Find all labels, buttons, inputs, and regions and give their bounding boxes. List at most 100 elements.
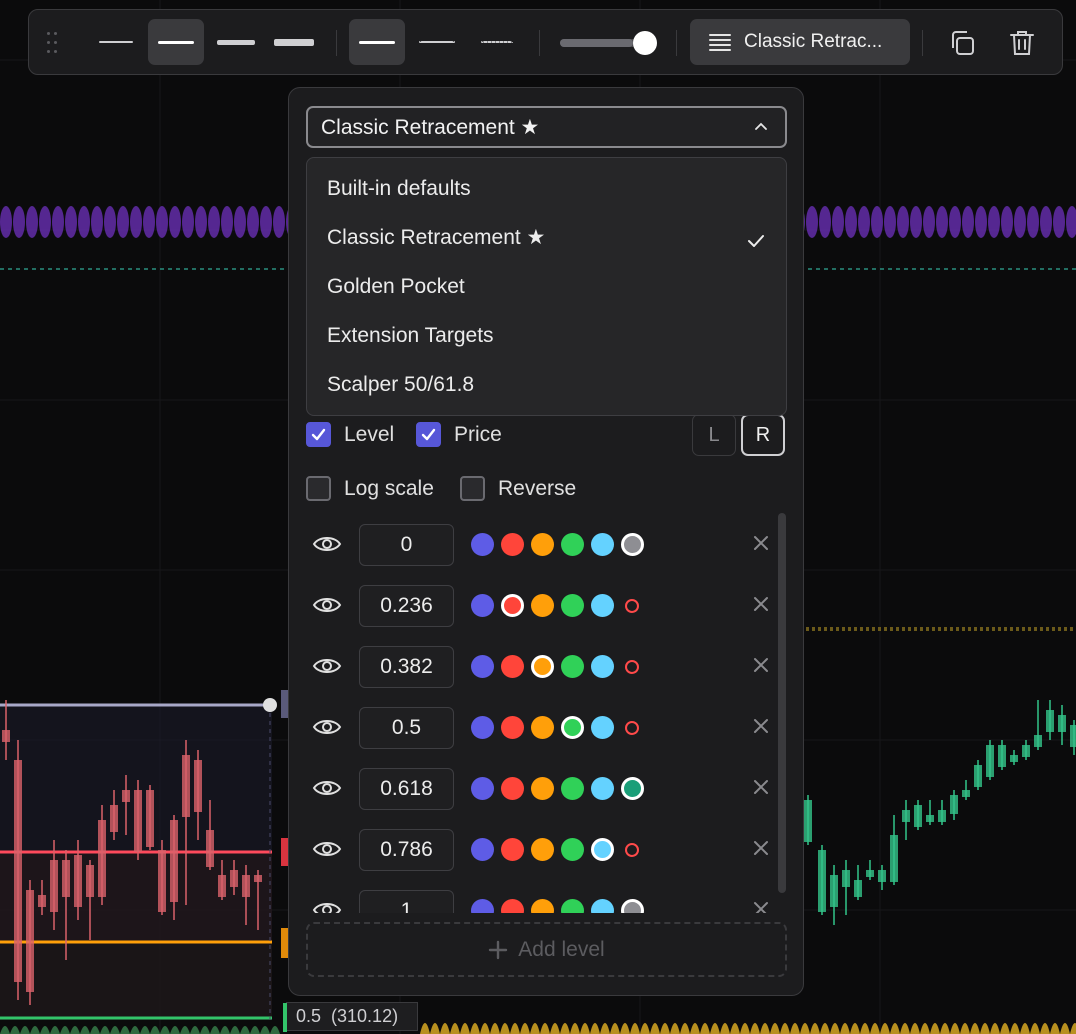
remove-level-icon[interactable]: [752, 595, 770, 613]
candle-body: [26, 890, 34, 992]
volume-bar: [550, 1023, 560, 1034]
color-swatch[interactable]: [561, 655, 584, 678]
level-checkbox[interactable]: [306, 422, 331, 447]
template-option-golden-pocket[interactable]: Golden Pocket: [327, 272, 465, 302]
template-option-extension-targets[interactable]: Extension Targets: [327, 321, 494, 351]
log-scale-checkbox[interactable]: [306, 476, 331, 501]
reverse-checkbox[interactable]: [460, 476, 485, 501]
custom-color-empty[interactable]: [625, 660, 639, 674]
remove-level-icon[interactable]: [752, 778, 770, 796]
level-value-input[interactable]: 0.618: [359, 768, 454, 810]
color-swatch[interactable]: [531, 533, 554, 556]
align-left-button[interactable]: L: [692, 414, 736, 456]
custom-color-empty[interactable]: [625, 843, 639, 857]
color-swatch[interactable]: [471, 777, 494, 800]
template-select[interactable]: Classic Retracement ★: [306, 106, 787, 148]
color-swatch[interactable]: [471, 594, 494, 617]
eye-icon[interactable]: [312, 716, 342, 738]
line-width-4-button[interactable]: [266, 19, 322, 65]
color-swatch[interactable]: [531, 777, 554, 800]
template-option-classic-retracement[interactable]: Classic Retracement ★: [327, 223, 545, 253]
color-swatch[interactable]: [591, 533, 614, 556]
color-swatch[interactable]: [501, 655, 524, 678]
color-swatch[interactable]: [471, 716, 494, 739]
add-level-button[interactable]: Add level: [306, 922, 787, 977]
log-scale-toggle[interactable]: Log scale: [306, 476, 434, 501]
level-value-input[interactable]: 1: [359, 890, 454, 913]
template-button[interactable]: Classic Retrac...: [690, 19, 910, 65]
remove-level-icon[interactable]: [752, 900, 770, 913]
remove-level-icon[interactable]: [752, 839, 770, 857]
eye-icon[interactable]: [312, 533, 342, 555]
eye-icon[interactable]: [312, 594, 342, 616]
volume-bar: [800, 1023, 810, 1034]
color-swatch[interactable]: [531, 594, 554, 617]
template-option-scalper[interactable]: Scalper 50/61.8: [327, 370, 474, 400]
color-swatch[interactable]: [591, 899, 614, 913]
color-swatch[interactable]: [531, 899, 554, 913]
color-swatch[interactable]: [591, 655, 614, 678]
line-style-dashed-button[interactable]: [409, 19, 465, 65]
color-swatch[interactable]: [561, 899, 584, 913]
remove-level-icon[interactable]: [752, 656, 770, 674]
color-swatch[interactable]: [471, 655, 494, 678]
remove-level-icon[interactable]: [752, 534, 770, 552]
color-swatch[interactable]: [531, 655, 554, 678]
custom-color-empty[interactable]: [625, 721, 639, 735]
opacity-slider-knob[interactable]: [633, 31, 658, 55]
remove-level-icon[interactable]: [752, 717, 770, 735]
level-toggle[interactable]: Level: [306, 422, 394, 447]
template-option-built-in-defaults[interactable]: Built-in defaults: [327, 174, 471, 204]
color-swatch[interactable]: [591, 594, 614, 617]
align-right-button[interactable]: R: [741, 414, 785, 456]
custom-color-empty[interactable]: [625, 599, 639, 613]
color-swatch[interactable]: [531, 838, 554, 861]
color-swatch[interactable]: [591, 838, 614, 861]
color-swatch[interactable]: [471, 838, 494, 861]
line-width-1-button[interactable]: [88, 19, 144, 65]
level-value-input[interactable]: 0.5: [359, 707, 454, 749]
toolbar-divider: [676, 30, 677, 56]
color-swatch[interactable]: [561, 716, 584, 739]
color-swatch[interactable]: [501, 594, 524, 617]
price-checkbox[interactable]: [416, 422, 441, 447]
color-swatch[interactable]: [501, 777, 524, 800]
color-swatch[interactable]: [501, 899, 524, 913]
color-swatch[interactable]: [561, 777, 584, 800]
line-style-dotted-button[interactable]: [469, 19, 525, 65]
trash-icon[interactable]: [1007, 28, 1037, 58]
color-swatch[interactable]: [501, 838, 524, 861]
oscillator-blob: [13, 206, 25, 238]
line-width-3-button[interactable]: [208, 19, 264, 65]
color-swatch[interactable]: [561, 838, 584, 861]
color-swatch[interactable]: [591, 777, 614, 800]
clone-icon[interactable]: [947, 28, 977, 58]
line-width-2-button[interactable]: [148, 19, 204, 65]
color-swatch[interactable]: [591, 716, 614, 739]
color-swatch[interactable]: [501, 533, 524, 556]
eye-icon[interactable]: [312, 655, 342, 677]
custom-color-swatch[interactable]: [621, 899, 644, 913]
level-value-input[interactable]: 0.236: [359, 585, 454, 627]
eye-icon[interactable]: [312, 838, 342, 860]
color-swatch[interactable]: [471, 533, 494, 556]
level-value-input[interactable]: 0.786: [359, 829, 454, 871]
color-swatch[interactable]: [531, 716, 554, 739]
eye-icon[interactable]: [312, 899, 342, 913]
level-value-input[interactable]: 0: [359, 524, 454, 566]
color-swatch[interactable]: [501, 716, 524, 739]
level-value-input[interactable]: 0.382: [359, 646, 454, 688]
oscillator-blob: [156, 206, 168, 238]
custom-color-swatch[interactable]: [621, 777, 644, 800]
color-swatch[interactable]: [561, 594, 584, 617]
custom-color-swatch[interactable]: [621, 533, 644, 556]
drag-handle-icon[interactable]: [45, 30, 59, 56]
eye-icon[interactable]: [312, 777, 342, 799]
levels-scrollbar[interactable]: [778, 513, 786, 893]
color-swatch[interactable]: [471, 899, 494, 913]
oscillator-blob: [1014, 206, 1026, 238]
price-toggle[interactable]: Price: [416, 422, 502, 447]
reverse-toggle[interactable]: Reverse: [460, 476, 576, 501]
line-style-solid-button[interactable]: [349, 19, 405, 65]
color-swatch[interactable]: [561, 533, 584, 556]
